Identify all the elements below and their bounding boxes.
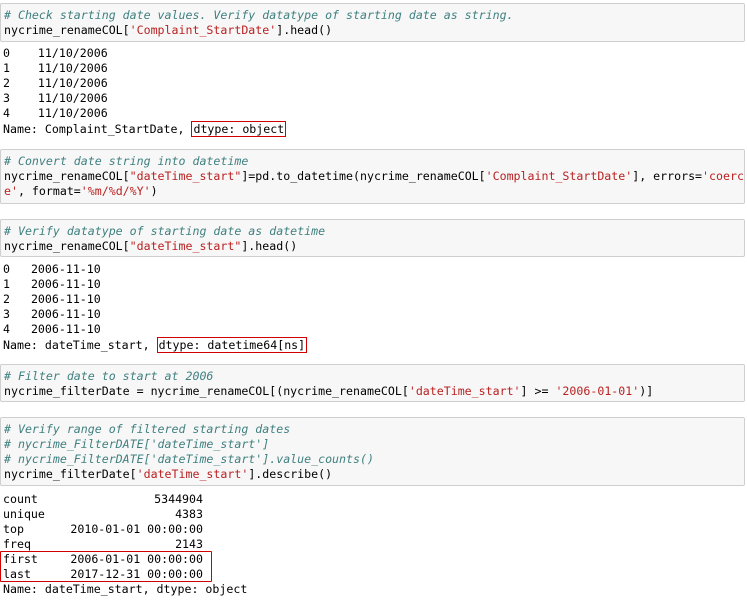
output-row: 0 11/10/2006 — [3, 46, 108, 60]
code-cell-2[interactable]: # Convert date string into datetime nycr… — [0, 149, 745, 204]
output-1: 0 11/10/2006 1 11/10/2006 2 11/10/2006 3… — [3, 46, 743, 137]
output-row: 1 11/10/2006 — [3, 61, 108, 75]
code-cell-1[interactable]: # Check starting date values. Verify dat… — [0, 3, 745, 42]
output-row: 3 11/10/2006 — [3, 91, 108, 105]
first-last-highlight-box — [0, 551, 212, 582]
code-comment: # Verify datatype of starting date as da… — [4, 224, 326, 238]
output-row: 3 2006-11-10 — [3, 307, 101, 321]
code-line: e', format='%m/%d/%Y') — [4, 184, 158, 198]
series-name-line: Name: dateTime_start, dtype: object — [3, 582, 248, 596]
output-row: 4 2006-11-10 — [3, 322, 101, 336]
dtype-highlight-box: dtype: datetime64[ns] — [156, 337, 308, 353]
describe-row: count 5344904 — [3, 492, 203, 506]
code-cell-3[interactable]: # Verify datatype of starting date as da… — [0, 219, 745, 257]
code-cell-5[interactable]: # Verify range of filtered starting date… — [0, 417, 745, 486]
output-row: 4 11/10/2006 — [3, 106, 108, 120]
code-line: nycrime_filterDate['dateTime_start'].des… — [4, 467, 333, 481]
series-name-line: Name: Complaint_StartDate, dtype: object — [3, 121, 287, 137]
code-comment: # Convert date string into datetime — [4, 154, 249, 168]
code-comment: # Check starting date values. Verify dat… — [4, 8, 514, 22]
output-row: 2 2006-11-10 — [3, 292, 101, 306]
code-line: nycrime_filterDate = nycrime_renameCOL[(… — [4, 384, 654, 398]
output-3: 0 2006-11-10 1 2006-11-10 2 2006-11-10 3… — [3, 262, 743, 353]
code-comment: # nycrime_FilterDATE['dateTime_start'].v… — [4, 452, 374, 466]
code-cell-4[interactable]: # Filter date to start at 2006 nycrime_f… — [0, 364, 745, 402]
series-name-line: Name: dateTime_start, dtype: datetime64[… — [3, 337, 308, 353]
describe-row: unique 4383 — [3, 507, 203, 521]
code-line: nycrime_renameCOL['Complaint_StartDate']… — [4, 23, 333, 37]
describe-row: top 2010-01-01 00:00:00 — [3, 522, 203, 536]
output-row: 2 11/10/2006 — [3, 76, 108, 90]
dtype-highlight-box: dtype: object — [191, 121, 287, 137]
code-line: nycrime_renameCOL["dateTime_start"]=pd.t… — [4, 169, 744, 183]
code-comment: # Verify range of filtered starting date… — [4, 422, 291, 436]
code-line: nycrime_renameCOL["dateTime_start"].head… — [4, 239, 298, 253]
code-comment: # nycrime_FilterDATE['dateTime_start'] — [4, 437, 270, 451]
output-row: 1 2006-11-10 — [3, 277, 101, 291]
describe-row: freq 2143 — [3, 537, 203, 551]
code-comment: # Filter date to start at 2006 — [4, 369, 214, 383]
output-row: 0 2006-11-10 — [3, 262, 101, 276]
